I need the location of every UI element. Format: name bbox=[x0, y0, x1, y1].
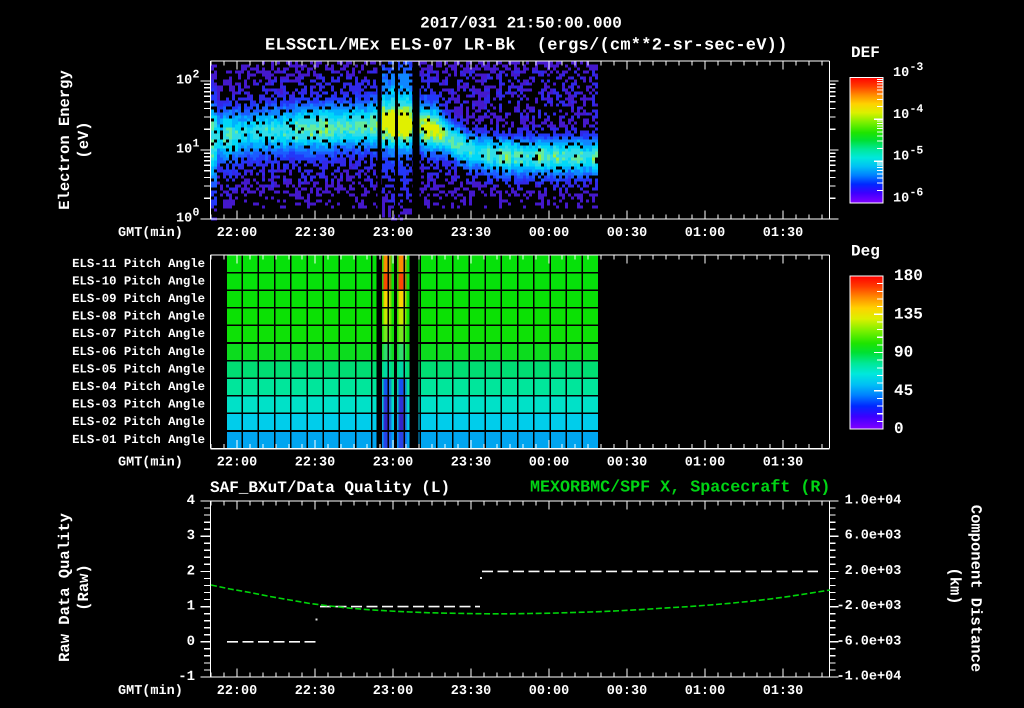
svg-text:23:30: 23:30 bbox=[451, 226, 492, 241]
svg-text:Electron Energy: Electron Energy bbox=[56, 70, 74, 210]
svg-text:180: 180 bbox=[894, 267, 923, 285]
svg-text:2: 2 bbox=[193, 69, 200, 82]
svg-text:(km): (km) bbox=[946, 567, 964, 604]
svg-text:1: 1 bbox=[193, 138, 200, 151]
svg-text:23:30: 23:30 bbox=[451, 684, 492, 699]
svg-text:ELSSCIL/MEx ELS-07 LR-Bk (erg: ELSSCIL/MEx ELS-07 LR-Bk (ergs/(cm**2-sr… bbox=[265, 37, 788, 56]
svg-text:10: 10 bbox=[893, 192, 909, 207]
svg-text:Raw Data Quality: Raw Data Quality bbox=[56, 513, 74, 662]
svg-text:6.0e+03: 6.0e+03 bbox=[837, 529, 902, 544]
svg-text:ELS-05 Pitch Angle: ELS-05 Pitch Angle bbox=[72, 362, 205, 376]
svg-text:23:00: 23:00 bbox=[373, 226, 414, 241]
svg-text:ELS-09 Pitch Angle: ELS-09 Pitch Angle bbox=[72, 292, 205, 306]
svg-text:GMT(min): GMT(min) bbox=[118, 684, 183, 699]
svg-text:DEF: DEF bbox=[851, 44, 880, 62]
svg-text:2017/031 21:50:00.000: 2017/031 21:50:00.000 bbox=[420, 15, 622, 33]
svg-text:Deg: Deg bbox=[851, 243, 880, 261]
svg-text:ELS-06 Pitch Angle: ELS-06 Pitch Angle bbox=[72, 345, 205, 359]
svg-text:01:00: 01:00 bbox=[685, 684, 726, 699]
svg-text:22:30: 22:30 bbox=[295, 226, 336, 241]
svg-text:00:00: 00:00 bbox=[529, 226, 570, 241]
svg-text:-6.0e+03: -6.0e+03 bbox=[837, 634, 902, 649]
svg-text:0: 0 bbox=[193, 207, 200, 220]
svg-text:23:00: 23:00 bbox=[373, 456, 414, 471]
svg-text:GMT(min): GMT(min) bbox=[118, 456, 183, 471]
svg-text:ELS-11 Pitch Angle: ELS-11 Pitch Angle bbox=[72, 257, 205, 271]
svg-text:-1.0e+04: -1.0e+04 bbox=[837, 670, 902, 685]
svg-text:ELS-03 Pitch Angle: ELS-03 Pitch Angle bbox=[72, 398, 205, 412]
svg-text:10: 10 bbox=[893, 150, 909, 165]
svg-text:2.0e+03: 2.0e+03 bbox=[837, 564, 902, 579]
svg-text:00:30: 00:30 bbox=[607, 456, 648, 471]
svg-text:ELS-04 Pitch Angle: ELS-04 Pitch Angle bbox=[72, 380, 205, 394]
svg-text:ELS-01 Pitch Angle: ELS-01 Pitch Angle bbox=[72, 433, 205, 447]
svg-text:ELS-08 Pitch Angle: ELS-08 Pitch Angle bbox=[72, 310, 205, 324]
svg-text:10: 10 bbox=[176, 74, 192, 89]
svg-text:00:00: 00:00 bbox=[529, 684, 570, 699]
svg-text:10: 10 bbox=[893, 66, 909, 81]
svg-text:(Raw): (Raw) bbox=[75, 564, 93, 611]
svg-text:ELS-10 Pitch Angle: ELS-10 Pitch Angle bbox=[72, 274, 205, 288]
svg-text:SAF_BXuT/Data Quality (L): SAF_BXuT/Data Quality (L) bbox=[210, 479, 450, 497]
svg-text:ELS-02 Pitch Angle: ELS-02 Pitch Angle bbox=[72, 415, 205, 429]
svg-text:-3: -3 bbox=[910, 61, 924, 74]
svg-text:135: 135 bbox=[894, 305, 923, 323]
svg-text:22:00: 22:00 bbox=[217, 456, 258, 471]
svg-text:00:30: 00:30 bbox=[607, 684, 648, 699]
svg-text:23:00: 23:00 bbox=[373, 684, 414, 699]
svg-text:90: 90 bbox=[894, 344, 913, 362]
svg-text:1: 1 bbox=[187, 599, 195, 615]
svg-text:1.0e+04: 1.0e+04 bbox=[837, 494, 902, 509]
svg-text:01:30: 01:30 bbox=[763, 456, 804, 471]
svg-text:0: 0 bbox=[187, 634, 195, 650]
svg-text:3: 3 bbox=[187, 528, 195, 544]
svg-text:4: 4 bbox=[187, 493, 195, 509]
svg-text:ELS-07 Pitch Angle: ELS-07 Pitch Angle bbox=[72, 327, 205, 341]
svg-text:22:30: 22:30 bbox=[295, 456, 336, 471]
svg-text:-1: -1 bbox=[178, 669, 195, 685]
svg-text:00:00: 00:00 bbox=[529, 456, 570, 471]
svg-text:00:30: 00:30 bbox=[607, 226, 648, 241]
svg-text:10: 10 bbox=[893, 108, 909, 123]
svg-text:01:30: 01:30 bbox=[763, 684, 804, 699]
svg-text:-4: -4 bbox=[910, 103, 924, 116]
svg-text:01:30: 01:30 bbox=[763, 226, 804, 241]
svg-text:01:00: 01:00 bbox=[685, 456, 726, 471]
svg-text:GMT(min): GMT(min) bbox=[118, 226, 183, 241]
svg-text:MEXORBMC/SPF X, Spacecraft (R): MEXORBMC/SPF X, Spacecraft (R) bbox=[530, 479, 830, 498]
svg-text:45: 45 bbox=[894, 382, 913, 400]
svg-text:22:00: 22:00 bbox=[217, 226, 258, 241]
svg-text:10: 10 bbox=[176, 212, 192, 227]
svg-text:01:00: 01:00 bbox=[685, 226, 726, 241]
svg-text:23:30: 23:30 bbox=[451, 456, 492, 471]
svg-text:-5: -5 bbox=[910, 145, 924, 158]
svg-text:-2.0e+03: -2.0e+03 bbox=[837, 599, 902, 614]
svg-text:0: 0 bbox=[894, 420, 904, 438]
svg-text:(eV): (eV) bbox=[75, 121, 93, 158]
svg-text:22:00: 22:00 bbox=[217, 684, 258, 699]
svg-text:22:30: 22:30 bbox=[295, 684, 336, 699]
svg-text:Component Distance: Component Distance bbox=[967, 505, 985, 672]
svg-text:2: 2 bbox=[187, 563, 195, 579]
svg-text:10: 10 bbox=[176, 143, 192, 158]
svg-text:-6: -6 bbox=[910, 187, 924, 200]
